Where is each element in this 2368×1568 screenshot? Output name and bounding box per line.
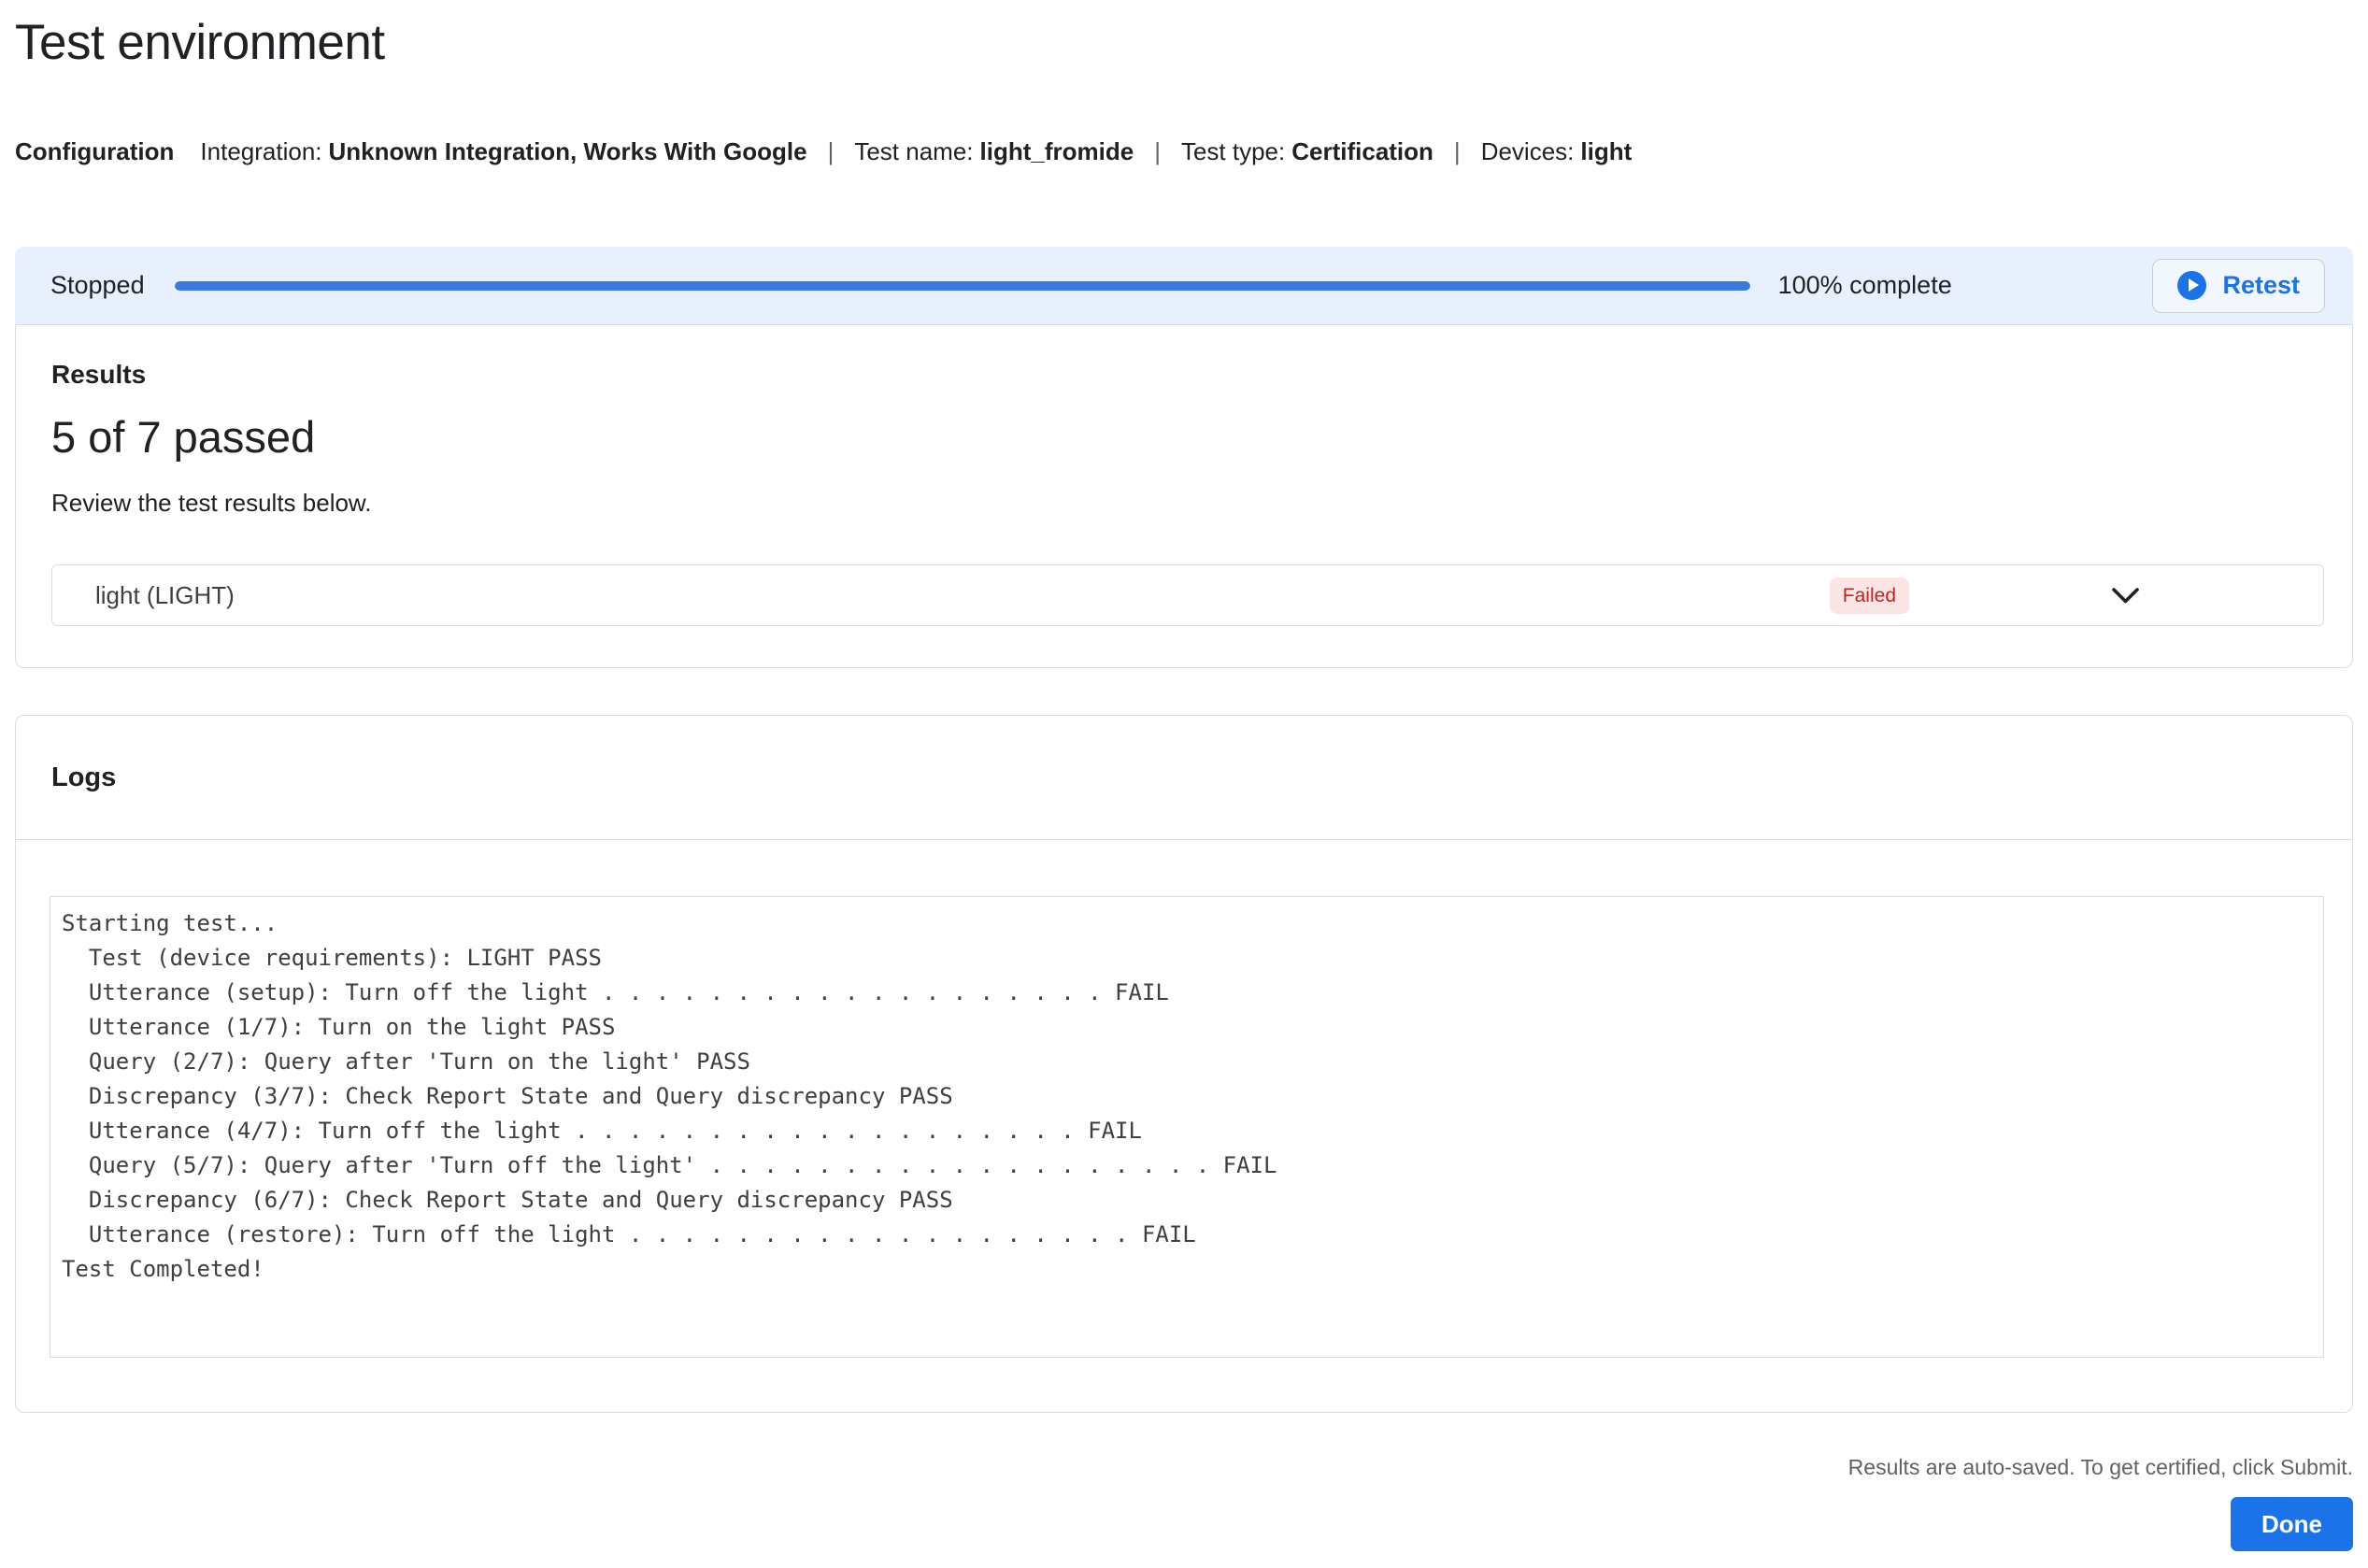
status-badge: Failed [1829,577,1909,614]
log-line: Test Completed! [62,1256,264,1282]
separator: | [827,137,835,165]
config-item-value: Unknown Integration, Works With Google [328,137,807,165]
progress-bar-fill [174,280,1750,291]
log-line: Discrepancy (3/7): Check Report State an… [62,1083,953,1109]
configuration-items: | Integration: Unknown Integration, Work… [200,135,1632,168]
logs-section-label: Logs [51,763,117,792]
page-title: Test environment [15,15,385,70]
configuration-item: | Test name: light_fromide [807,135,1134,168]
logs-card: Logs Starting test... Test (device requi… [15,715,2353,1413]
configuration-label: Configuration [15,137,175,165]
done-button[interactable]: Done [2231,1497,2353,1551]
config-item-value: light_fromide [979,137,1134,165]
configuration-item: | Devices: light [1434,135,1632,168]
log-line: Discrepancy (6/7): Check Report State an… [62,1187,953,1213]
progress-percent-label: 100% complete [1777,271,1952,299]
separator: | [1453,137,1461,165]
configuration-item: | Integration: Unknown Integration, Work… [200,135,806,168]
logs-body: Starting test... Test (device requiremen… [16,840,2352,1412]
progress-status: Stopped [50,271,145,299]
result-rows: light (LIGHT) Failed [51,564,2324,626]
config-item-label: Devices: [1480,137,1575,165]
logs-header: Logs [16,716,2352,840]
config-item-label: Test type: [1180,137,1286,165]
results-description: Review the test results below. [51,489,372,517]
retest-button[interactable]: Retest [2152,258,2325,313]
footer: Results are auto-saved. To get certified… [15,1454,2353,1551]
config-item-value: Certification [1291,137,1434,165]
progress-banner: Stopped 100% complete Retest [15,247,2353,324]
chevron-down-icon[interactable] [2111,587,2140,605]
progress-bar [174,280,1750,291]
results-summary: 5 of 7 passed [51,412,316,462]
log-output-box[interactable]: Starting test... Test (device requiremen… [50,896,2324,1358]
log-line: Utterance (1/7): Turn on the light PASS [62,1014,616,1040]
log-line: Query (5/7): Query after 'Turn off the l… [62,1152,1277,1178]
play-icon [2177,271,2207,300]
results-section-label: Results [51,360,147,389]
result-row[interactable]: light (LIGHT) Failed [51,564,2324,626]
separator: | [1154,137,1161,165]
config-item-label: Integration: [200,137,322,165]
log-line: Test (device requirements): LIGHT PASS [62,945,602,971]
configuration-bar: Configuration | Integration: Unknown Int… [15,135,2353,168]
page: Test environment Configuration | Integra… [0,13,2368,1551]
log-line: Utterance (restore): Turn off the light … [62,1221,1196,1247]
log-line: Starting test... [62,910,278,936]
log-line: Query (2/7): Query after 'Turn on the li… [62,1048,750,1075]
log-line: Utterance (4/7): Turn off the light . . … [62,1118,1142,1144]
configuration-item: | Test type: Certification [1134,135,1434,168]
config-item-label: Test name: [854,137,974,165]
result-device-name: light (LIGHT) [95,580,235,609]
config-item-value: light [1580,137,1633,165]
retest-button-label: Retest [2222,271,2300,299]
log-line: Utterance (setup): Turn off the light . … [62,979,1169,1005]
results-card: Results 5 of 7 passed Review the test re… [15,324,2353,668]
autosave-note: Results are auto-saved. To get certified… [1847,1455,2353,1479]
